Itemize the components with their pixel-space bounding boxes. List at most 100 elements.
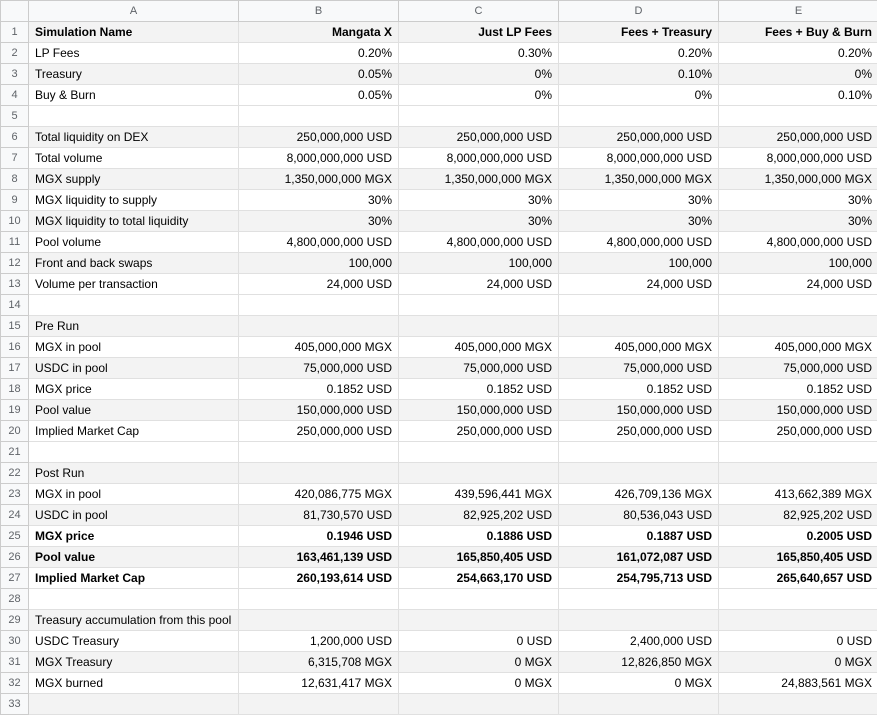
cell-E18[interactable]: 0.1852 USD	[719, 379, 877, 400]
cell-D17[interactable]: 75,000,000 USD	[559, 358, 719, 379]
cell-D16[interactable]: 405,000,000 MGX	[559, 337, 719, 358]
cell-C28[interactable]	[399, 589, 559, 610]
cell-C5[interactable]	[399, 106, 559, 127]
cell-C3[interactable]: 0%	[399, 64, 559, 85]
cell-D30[interactable]: 2,400,000 USD	[559, 631, 719, 652]
cell-A27[interactable]: Implied Market Cap	[29, 568, 239, 589]
row-header-8[interactable]: 8	[1, 169, 29, 190]
cell-A6[interactable]: Total liquidity on DEX	[29, 127, 239, 148]
cell-A1[interactable]: Simulation Name	[29, 22, 239, 43]
cell-E7[interactable]: 8,000,000,000 USD	[719, 148, 877, 169]
cell-B20[interactable]: 250,000,000 USD	[239, 421, 399, 442]
row-header-7[interactable]: 7	[1, 148, 29, 169]
cell-A16[interactable]: MGX in pool	[29, 337, 239, 358]
row-header-12[interactable]: 12	[1, 253, 29, 274]
cell-E26[interactable]: 165,850,405 USD	[719, 547, 877, 568]
cell-B2[interactable]: 0.20%	[239, 43, 399, 64]
cell-B11[interactable]: 4,800,000,000 USD	[239, 232, 399, 253]
cell-B23[interactable]: 420,086,775 MGX	[239, 484, 399, 505]
spreadsheet-grid[interactable]: ABCDE1Simulation NameMangata XJust LP Fe…	[0, 0, 877, 715]
cell-D9[interactable]: 30%	[559, 190, 719, 211]
cell-E12[interactable]: 100,000	[719, 253, 877, 274]
cell-C12[interactable]: 100,000	[399, 253, 559, 274]
cell-B33[interactable]	[239, 694, 399, 715]
cell-A9[interactable]: MGX liquidity to supply	[29, 190, 239, 211]
row-header-25[interactable]: 25	[1, 526, 29, 547]
cell-A15[interactable]: Pre Run	[29, 316, 239, 337]
cell-C2[interactable]: 0.30%	[399, 43, 559, 64]
cell-A31[interactable]: MGX Treasury	[29, 652, 239, 673]
cell-E27[interactable]: 265,640,657 USD	[719, 568, 877, 589]
cell-D20[interactable]: 250,000,000 USD	[559, 421, 719, 442]
cell-B15[interactable]	[239, 316, 399, 337]
cell-C10[interactable]: 30%	[399, 211, 559, 232]
cell-C11[interactable]: 4,800,000,000 USD	[399, 232, 559, 253]
row-header-16[interactable]: 16	[1, 337, 29, 358]
cell-D8[interactable]: 1,350,000,000 MGX	[559, 169, 719, 190]
cell-D21[interactable]	[559, 442, 719, 463]
cell-A22[interactable]: Post Run	[29, 463, 239, 484]
cell-D24[interactable]: 80,536,043 USD	[559, 505, 719, 526]
cell-A4[interactable]: Buy & Burn	[29, 85, 239, 106]
cell-C1[interactable]: Just LP Fees	[399, 22, 559, 43]
column-header-D[interactable]: D	[559, 1, 719, 22]
row-header-26[interactable]: 26	[1, 547, 29, 568]
cell-C22[interactable]	[399, 463, 559, 484]
cell-A2[interactable]: LP Fees	[29, 43, 239, 64]
cell-D4[interactable]: 0%	[559, 85, 719, 106]
cell-B26[interactable]: 163,461,139 USD	[239, 547, 399, 568]
cell-D18[interactable]: 0.1852 USD	[559, 379, 719, 400]
cell-E33[interactable]	[719, 694, 877, 715]
cell-C6[interactable]: 250,000,000 USD	[399, 127, 559, 148]
cell-D2[interactable]: 0.20%	[559, 43, 719, 64]
cell-A21[interactable]	[29, 442, 239, 463]
cell-E11[interactable]: 4,800,000,000 USD	[719, 232, 877, 253]
cell-C21[interactable]	[399, 442, 559, 463]
row-header-2[interactable]: 2	[1, 43, 29, 64]
row-header-4[interactable]: 4	[1, 85, 29, 106]
cell-E14[interactable]	[719, 295, 877, 316]
cell-C15[interactable]	[399, 316, 559, 337]
cell-A7[interactable]: Total volume	[29, 148, 239, 169]
cell-E3[interactable]: 0%	[719, 64, 877, 85]
cell-A24[interactable]: USDC in pool	[29, 505, 239, 526]
cell-A12[interactable]: Front and back swaps	[29, 253, 239, 274]
cell-C9[interactable]: 30%	[399, 190, 559, 211]
cell-D28[interactable]	[559, 589, 719, 610]
row-header-11[interactable]: 11	[1, 232, 29, 253]
cell-A14[interactable]	[29, 295, 239, 316]
cell-C32[interactable]: 0 MGX	[399, 673, 559, 694]
cell-D27[interactable]: 254,795,713 USD	[559, 568, 719, 589]
cell-B12[interactable]: 100,000	[239, 253, 399, 274]
cell-B22[interactable]	[239, 463, 399, 484]
cell-E17[interactable]: 75,000,000 USD	[719, 358, 877, 379]
cell-A18[interactable]: MGX price	[29, 379, 239, 400]
cell-A8[interactable]: MGX supply	[29, 169, 239, 190]
row-header-32[interactable]: 32	[1, 673, 29, 694]
cell-D25[interactable]: 0.1887 USD	[559, 526, 719, 547]
row-header-13[interactable]: 13	[1, 274, 29, 295]
row-header-15[interactable]: 15	[1, 316, 29, 337]
cell-B29[interactable]	[239, 610, 399, 631]
row-header-21[interactable]: 21	[1, 442, 29, 463]
cell-D29[interactable]	[559, 610, 719, 631]
row-header-10[interactable]: 10	[1, 211, 29, 232]
cell-A19[interactable]: Pool value	[29, 400, 239, 421]
cell-C20[interactable]: 250,000,000 USD	[399, 421, 559, 442]
cell-E29[interactable]	[719, 610, 877, 631]
cell-B6[interactable]: 250,000,000 USD	[239, 127, 399, 148]
cell-E19[interactable]: 150,000,000 USD	[719, 400, 877, 421]
cell-E9[interactable]: 30%	[719, 190, 877, 211]
row-header-5[interactable]: 5	[1, 106, 29, 127]
cell-B10[interactable]: 30%	[239, 211, 399, 232]
cell-E6[interactable]: 250,000,000 USD	[719, 127, 877, 148]
cell-B3[interactable]: 0.05%	[239, 64, 399, 85]
cell-D31[interactable]: 12,826,850 MGX	[559, 652, 719, 673]
cell-E31[interactable]: 0 MGX	[719, 652, 877, 673]
cell-A26[interactable]: Pool value	[29, 547, 239, 568]
cell-B18[interactable]: 0.1852 USD	[239, 379, 399, 400]
cell-D13[interactable]: 24,000 USD	[559, 274, 719, 295]
cell-C25[interactable]: 0.1886 USD	[399, 526, 559, 547]
cell-E23[interactable]: 413,662,389 MGX	[719, 484, 877, 505]
row-header-27[interactable]: 27	[1, 568, 29, 589]
